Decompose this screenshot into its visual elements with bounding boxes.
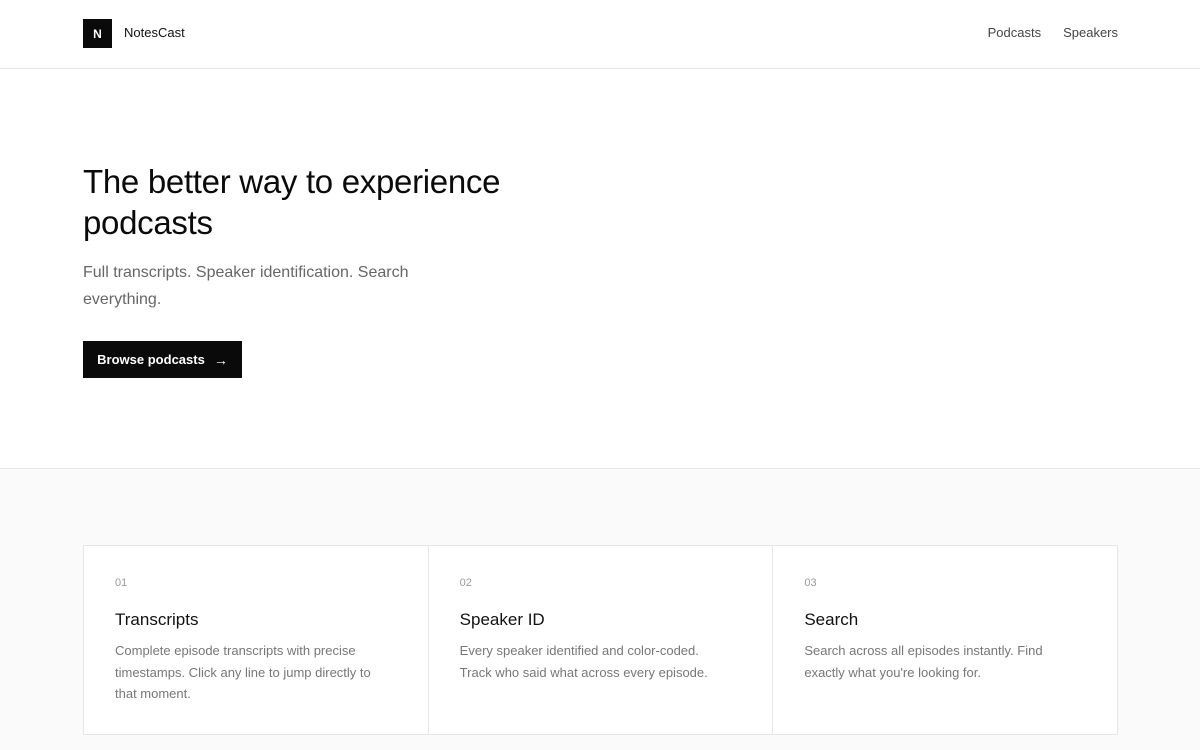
nav-link-podcasts[interactable]: Podcasts <box>988 25 1041 40</box>
feature-number: 01 <box>115 577 128 589</box>
logo-letter: N <box>93 26 102 41</box>
feature-card-transcripts: 01 Transcripts Complete episode transcri… <box>84 546 428 734</box>
feature-title: Speaker ID <box>459 610 545 629</box>
feature-title: Search <box>804 610 859 629</box>
feature-title: Transcripts <box>115 610 199 629</box>
logo[interactable]: N <box>83 19 112 48</box>
feature-description: Search across all episodes instantly. Fi… <box>804 643 1043 680</box>
feature-description: Complete episode transcripts with precis… <box>115 643 371 701</box>
main-nav: Podcasts Speakers <box>988 25 1118 40</box>
hero-title: The better way to experience podcasts <box>83 163 501 241</box>
hero-subtitle: Full transcripts. Speaker identification… <box>83 264 409 308</box>
feature-cards: 01 Transcripts Complete episode transcri… <box>83 545 1118 735</box>
feature-card-speaker-id: 02 Speaker ID Every speaker identified a… <box>427 546 773 734</box>
features-section: 01 Transcripts Complete episode transcri… <box>0 468 1200 750</box>
browse-podcasts-button[interactable]: Browse podcasts → <box>83 341 242 378</box>
feature-number: 02 <box>459 577 472 589</box>
nav-link-speakers[interactable]: Speakers <box>1063 25 1118 40</box>
feature-description: Every speaker identified and color-coded… <box>459 643 708 680</box>
arrow-right-icon: → <box>213 351 228 368</box>
browse-podcasts-label: Browse podcasts <box>97 352 205 367</box>
feature-card-search: 03 Search Search across all episodes ins… <box>772 546 1117 734</box>
feature-number: 03 <box>804 577 817 589</box>
brand-name[interactable]: NotesCast <box>124 25 185 40</box>
site-header: N NotesCast Podcasts Speakers <box>0 0 1200 69</box>
